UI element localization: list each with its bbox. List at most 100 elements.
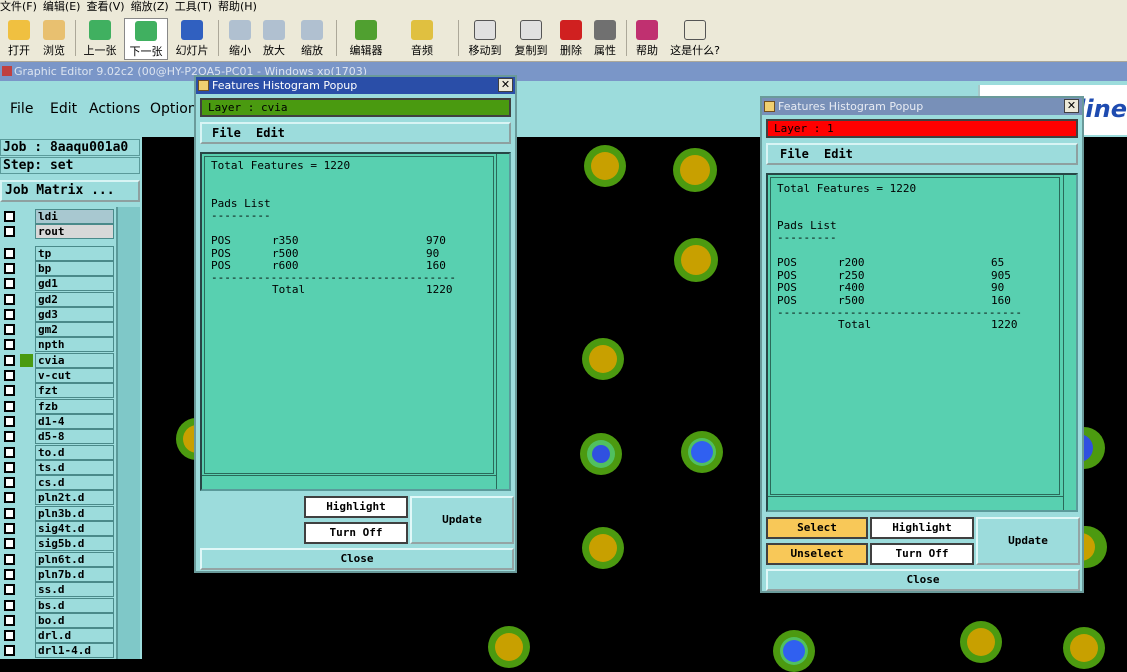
layer-name[interactable]: cvia	[35, 352, 114, 368]
histogram-text-area[interactable]: Total Features = 1220 Pads List --------…	[766, 173, 1078, 512]
copy-to-button[interactable]: 复制到	[510, 18, 552, 60]
layer-name[interactable]: drl1-4.d	[35, 643, 114, 659]
layer-row[interactable]: npth	[2, 337, 114, 353]
popup-menu-edit[interactable]: Edit	[824, 145, 853, 163]
open-button[interactable]: 打开	[3, 18, 35, 60]
layer-checkbox[interactable]	[4, 293, 15, 305]
layer-checkbox[interactable]	[4, 278, 15, 290]
layer-row[interactable]: to.d	[2, 444, 114, 460]
horizontal-scrollbar[interactable]	[202, 475, 496, 489]
layer-checkbox[interactable]	[4, 308, 15, 320]
audio-button[interactable]: 音频	[405, 18, 439, 60]
layer-name[interactable]: bo.d	[35, 612, 114, 628]
layer-checkbox[interactable]	[4, 523, 15, 534]
layer-row[interactable]: pln6t.d	[2, 551, 114, 567]
layer-name[interactable]: cs.d	[35, 475, 114, 491]
layer-checkbox[interactable]	[4, 385, 15, 397]
layer-checkbox[interactable]	[4, 461, 15, 473]
layer-name[interactable]: pln7b.d	[35, 566, 114, 582]
layer-checkbox[interactable]	[4, 211, 15, 222]
layer-name[interactable]: bp	[35, 260, 114, 276]
layer-row[interactable]: ldi	[2, 209, 114, 224]
layer-name[interactable]: gm2	[35, 322, 114, 338]
properties-button[interactable]: 属性	[590, 18, 620, 60]
menu-help[interactable]: 帮助(H)	[218, 0, 263, 14]
menu-file[interactable]: 文件(F)	[0, 0, 43, 14]
layer-name[interactable]: gd1	[35, 276, 114, 292]
whats-this-button[interactable]: 这是什么?	[667, 18, 723, 60]
layer-checkbox[interactable]	[4, 645, 15, 657]
update-button[interactable]: Update	[410, 496, 514, 544]
layer-name[interactable]: ldi	[35, 209, 114, 224]
horizontal-scrollbar[interactable]	[768, 496, 1063, 510]
popup-menu-edit[interactable]: Edit	[256, 124, 285, 142]
layer-row[interactable]: drl.d	[2, 628, 114, 644]
turn-off-button[interactable]: Turn Off	[304, 522, 408, 544]
close-icon[interactable]: ✕	[498, 78, 513, 92]
layer-name[interactable]: sig4t.d	[35, 521, 114, 536]
layer-checkbox[interactable]	[4, 247, 15, 259]
layer-row[interactable]: fzt	[2, 383, 114, 399]
layer-row[interactable]: cs.d	[2, 475, 114, 491]
close-button[interactable]: Close	[200, 548, 514, 570]
select-button[interactable]: Select	[766, 517, 868, 539]
layer-row[interactable]: ss.d	[2, 582, 114, 598]
zoom-in-button[interactable]: 放大	[258, 18, 290, 60]
layer-checkbox[interactable]	[4, 446, 15, 458]
unselect-button[interactable]: Unselect	[766, 543, 868, 565]
layer-row[interactable]: tp	[2, 245, 114, 261]
layer-checkbox[interactable]	[4, 568, 15, 580]
layer-checkbox[interactable]	[4, 553, 15, 565]
layer-checkbox[interactable]	[4, 324, 15, 336]
layer-name[interactable]: pln3b.d	[35, 505, 114, 521]
layer-name[interactable]: to.d	[35, 444, 114, 460]
app-menu-actions[interactable]: Actions	[89, 101, 140, 117]
layer-checkbox[interactable]	[4, 370, 15, 381]
close-button[interactable]: Close	[766, 569, 1080, 591]
layer-checkbox[interactable]	[4, 415, 15, 427]
close-icon[interactable]: ✕	[1064, 99, 1079, 113]
menu-zoom[interactable]: 缩放(Z)	[131, 0, 175, 14]
layer-checkbox[interactable]	[4, 400, 15, 412]
layer-list-scrollbar[interactable]	[116, 207, 140, 659]
layer-name[interactable]: bs.d	[35, 597, 114, 613]
layer-checkbox[interactable]	[4, 630, 15, 642]
layer-row[interactable]: gd3	[2, 306, 114, 322]
layer-row[interactable]: pln3b.d	[2, 505, 114, 521]
layer-row[interactable]: pln2t.d	[2, 490, 114, 506]
next-button[interactable]: 下一张	[124, 18, 168, 60]
menu-edit[interactable]: 编辑(E)	[43, 0, 87, 14]
layer-name[interactable]: rout	[35, 224, 114, 240]
layer-row[interactable]: bo.d	[2, 612, 114, 628]
layer-name[interactable]: fzb	[35, 398, 114, 414]
histogram-text-area[interactable]: Total Features = 1220 Pads List --------…	[200, 152, 511, 491]
layer-row[interactable]: ts.d	[2, 459, 114, 475]
layer-checkbox[interactable]	[4, 354, 15, 366]
layer-checkbox[interactable]	[4, 339, 15, 351]
zoom-button[interactable]: 缩放	[294, 18, 330, 60]
layer-checkbox[interactable]	[4, 226, 15, 238]
highlight-button[interactable]: Highlight	[870, 517, 974, 539]
move-to-button[interactable]: 移动到	[464, 18, 506, 60]
help-button[interactable]: 帮助	[632, 18, 662, 60]
layer-name[interactable]: gd3	[35, 306, 114, 322]
layer-name[interactable]: ts.d	[35, 459, 114, 475]
layer-row[interactable]: cvia	[2, 352, 114, 368]
layer-name[interactable]: pln2t.d	[35, 490, 114, 506]
layer-row[interactable]: sig5b.d	[2, 536, 114, 552]
layer-checkbox[interactable]	[4, 584, 15, 596]
prev-button[interactable]: 上一张	[80, 18, 120, 60]
layer-row[interactable]: bp	[2, 260, 114, 276]
turn-off-button[interactable]: Turn Off	[870, 543, 974, 565]
layer-row[interactable]: bs.d	[2, 597, 114, 613]
popup-menu-file[interactable]: File	[212, 124, 241, 142]
popup-menu-file[interactable]: File	[780, 145, 809, 163]
vertical-scrollbar[interactable]	[1063, 175, 1076, 510]
layer-name[interactable]: gd2	[35, 291, 114, 307]
menu-view[interactable]: 查看(V)	[86, 0, 130, 14]
layer-name[interactable]: pln6t.d	[35, 551, 114, 567]
layer-checkbox[interactable]	[4, 599, 15, 611]
highlight-button[interactable]: Highlight	[304, 496, 408, 518]
browse-button[interactable]: 浏览	[38, 18, 70, 60]
layer-name[interactable]: d1-4	[35, 413, 114, 429]
